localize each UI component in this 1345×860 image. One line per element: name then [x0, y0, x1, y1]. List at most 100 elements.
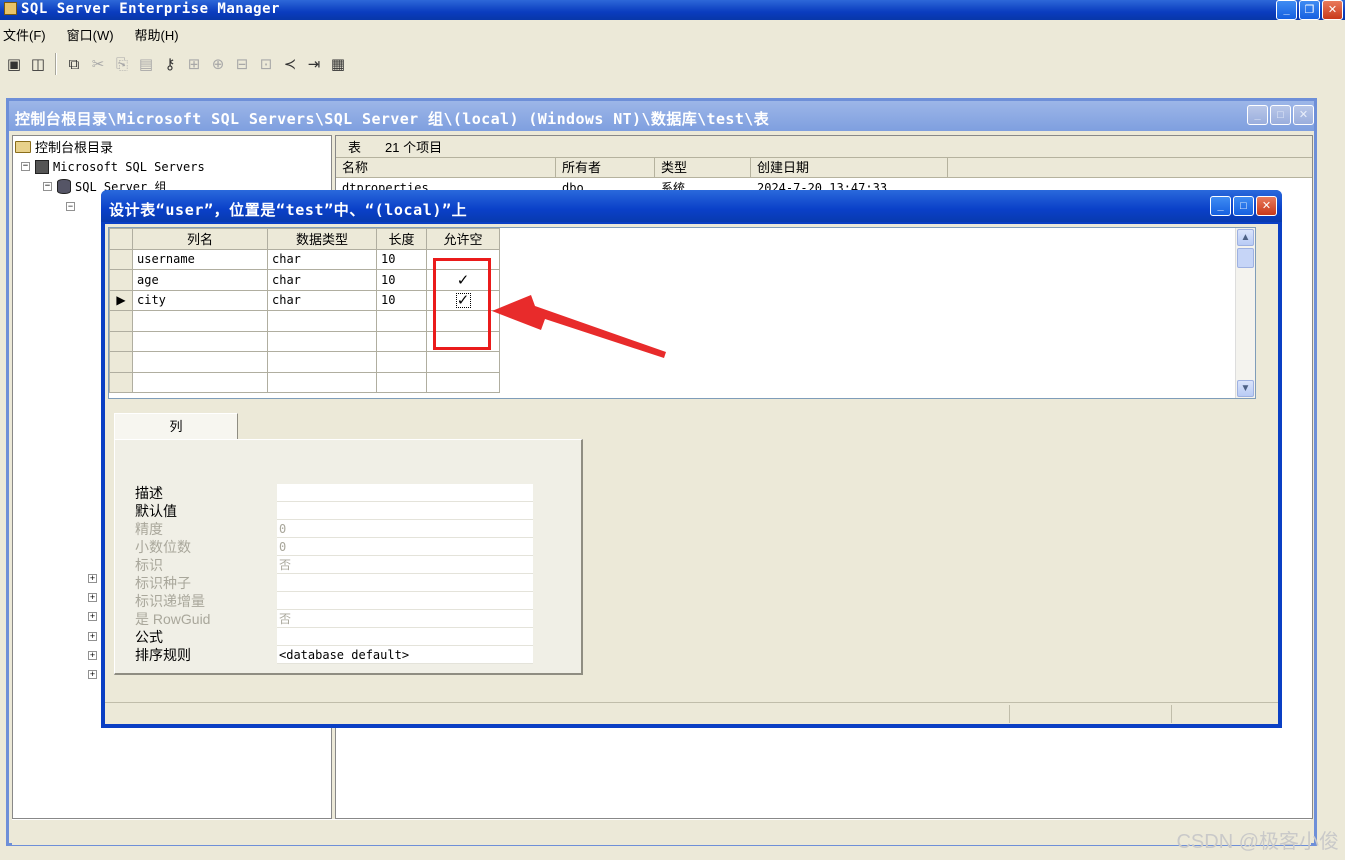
prop-value-input[interactable]: <database default> — [277, 646, 533, 664]
copy-icon[interactable]: ⎘ — [112, 54, 132, 74]
prop-row-default: 默认值 — [135, 502, 533, 520]
menubar: 文件(F) 窗口(W) 帮助(H) — [0, 22, 197, 46]
header-data-type[interactable]: 数据类型 — [267, 228, 377, 250]
empty-row[interactable] — [109, 351, 500, 373]
prop-label: 排序规则 — [135, 647, 191, 663]
save-icon[interactable]: ▣ — [4, 54, 24, 74]
collapse-icon[interactable]: − — [21, 162, 30, 171]
prop-row-identity: 标识 否 — [135, 556, 533, 574]
collapse-icon[interactable]: − — [66, 202, 75, 211]
expand-icon[interactable]: + — [88, 574, 97, 583]
collapse-icon[interactable]: − — [43, 182, 52, 191]
design-table-titlebar: 设计表“user”，位置是“test”中、“(local)”上 _ □ ✕ — [101, 190, 1282, 222]
scroll-thumb[interactable] — [1237, 248, 1254, 268]
tree-node-expand-2[interactable]: + — [88, 588, 102, 607]
console-maximize-button[interactable]: □ — [1270, 105, 1291, 125]
expand-icon[interactable]: + — [88, 593, 97, 602]
cell-length[interactable]: 10 — [376, 248, 427, 270]
prop-value-input[interactable] — [277, 574, 533, 592]
cell-column-name[interactable]: username — [132, 248, 268, 270]
new-window-icon[interactable]: ⧉ — [64, 54, 84, 74]
tree-node-expand-4[interactable]: + — [88, 627, 102, 646]
expand-icon[interactable]: + — [88, 670, 97, 679]
scroll-up-icon[interactable]: ▲ — [1237, 229, 1254, 246]
folder-icon — [15, 140, 31, 153]
col-type[interactable]: 类型 — [655, 158, 751, 177]
tree-node-root[interactable]: 控制台根目录 — [15, 137, 113, 156]
col-created[interactable]: 创建日期 — [751, 158, 948, 177]
header-column-name[interactable]: 列名 — [132, 228, 268, 250]
tree-node-expand-5[interactable]: + — [88, 646, 102, 665]
scroll-down-icon[interactable]: ▼ — [1237, 380, 1254, 397]
insert-column-icon[interactable]: ⇥ — [304, 54, 324, 74]
prop-value-input[interactable] — [277, 484, 533, 502]
row-selector[interactable] — [109, 269, 133, 291]
empty-row[interactable] — [109, 371, 500, 393]
row-selector[interactable] — [109, 248, 133, 270]
menu-help[interactable]: 帮助(H) — [132, 25, 183, 44]
cell-data-type[interactable]: char — [267, 269, 377, 291]
tree-node-local[interactable]: − — [66, 197, 80, 216]
status-panel — [1171, 705, 1271, 723]
col-name[interactable]: 名称 — [336, 158, 556, 177]
grid-vertical-scrollbar[interactable]: ▲ ▼ — [1235, 228, 1255, 398]
dialog-close-button[interactable]: ✕ — [1256, 196, 1277, 216]
console-close-button[interactable]: ✕ — [1293, 105, 1314, 125]
list-header: 表 21 个项目 — [336, 136, 1312, 158]
tree-node-expand-6[interactable]: + — [88, 665, 102, 684]
cell-column-name[interactable]: age — [132, 269, 268, 291]
column-grid: 列名 数据类型 长度 允许空 username char 10 age char — [108, 227, 1256, 399]
tree-node-expand-3[interactable]: + — [88, 607, 102, 626]
tree-label: 控制台根目录 — [35, 140, 114, 155]
prop-label: 标识递增量 — [135, 593, 205, 609]
constraints-icon[interactable]: ⊟ — [232, 54, 252, 74]
expand-icon[interactable]: + — [88, 651, 97, 660]
cell-length[interactable]: 10 — [376, 289, 427, 311]
prop-label: 精度 — [135, 521, 163, 537]
console-minimize-button[interactable]: _ — [1247, 105, 1268, 125]
triggers-icon[interactable]: ⊡ — [256, 54, 276, 74]
tab-columns[interactable]: 列 — [114, 413, 238, 441]
app-icon — [4, 2, 17, 15]
toolbar: ▣ ◫ ⧉ ✂ ⎘ ▤ ⚷ ⊞ ⊕ ⊟ ⊡ ≺ ⇥ ▦ — [4, 50, 348, 78]
expand-icon[interactable]: + — [88, 632, 97, 641]
tree-node-expand-1[interactable]: + — [88, 569, 102, 588]
app-title: SQL Server Enterprise Manager — [21, 1, 280, 17]
server-group-icon — [35, 159, 49, 174]
menu-file[interactable]: 文件(F) — [0, 25, 50, 44]
prop-value-input[interactable] — [277, 502, 533, 520]
generate-script-icon[interactable]: ≺ — [280, 54, 300, 74]
prop-value-input[interactable]: 否 — [277, 556, 533, 574]
key-icon[interactable]: ⚷ — [160, 54, 180, 74]
current-row-indicator-icon[interactable]: ▶ — [109, 289, 133, 311]
indexes-icon[interactable]: ⊕ — [208, 54, 228, 74]
cell-data-type[interactable]: char — [267, 248, 377, 270]
cell-column-name[interactable]: city — [132, 289, 268, 311]
col-owner[interactable]: 所有者 — [556, 158, 655, 177]
grid-icon[interactable]: ▦ — [328, 54, 348, 74]
prop-value-input[interactable]: 0 — [277, 538, 533, 556]
menu-window[interactable]: 窗口(W) — [64, 25, 118, 44]
design-table-title: 设计表“user”，位置是“test”中、“(local)”上 — [109, 201, 468, 219]
dialog-maximize-button[interactable]: □ — [1233, 196, 1254, 216]
minimize-button[interactable]: _ — [1276, 0, 1297, 20]
paste-icon[interactable]: ▤ — [136, 54, 156, 74]
close-button[interactable]: ✕ — [1322, 0, 1343, 20]
restore-button[interactable]: ❐ — [1299, 0, 1320, 20]
properties-icon[interactable]: ◫ — [28, 54, 48, 74]
prop-value-input[interactable]: 否 — [277, 610, 533, 628]
relationships-icon[interactable]: ⊞ — [184, 54, 204, 74]
prop-value-input[interactable] — [277, 592, 533, 610]
expand-icon[interactable]: + — [88, 612, 97, 621]
prop-value-input[interactable]: 0 — [277, 520, 533, 538]
tree-node-servers[interactable]: − Microsoft SQL Servers — [21, 157, 205, 176]
cut-icon[interactable]: ✂ — [88, 54, 108, 74]
console-title: 控制台根目录\Microsoft SQL Servers\SQL Server … — [15, 110, 770, 128]
dialog-minimize-button[interactable]: _ — [1210, 196, 1231, 216]
cell-data-type[interactable]: char — [267, 289, 377, 311]
prop-value-input[interactable] — [277, 628, 533, 646]
cell-length[interactable]: 10 — [376, 269, 427, 291]
header-allow-null[interactable]: 允许空 — [426, 228, 500, 250]
prop-label: 公式 — [135, 629, 163, 645]
header-length[interactable]: 长度 — [376, 228, 427, 250]
